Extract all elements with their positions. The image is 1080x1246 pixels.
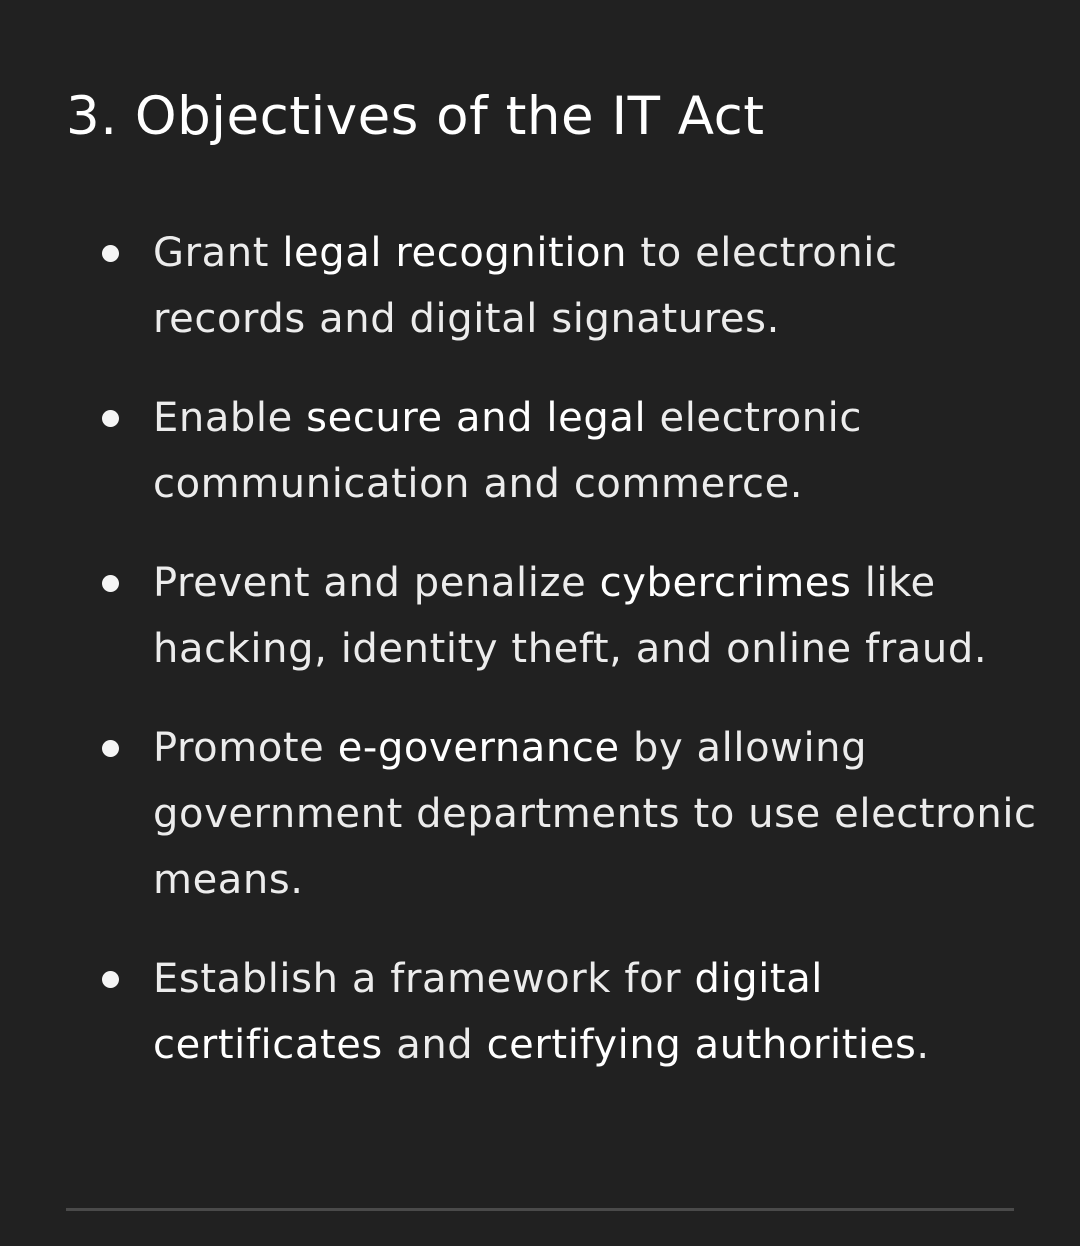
bullet-icon <box>102 410 119 427</box>
list-item-text: Establish a framework for digital certif… <box>153 946 1040 1078</box>
list-item: Prevent and penalize cybercrimes like ha… <box>0 550 1080 682</box>
section-heading: 3. Objectives of the IT Act <box>66 86 765 147</box>
list-item-text: Enable secure and legal electronic commu… <box>153 385 1040 517</box>
bullet-icon <box>102 740 119 757</box>
emphasis-text: legal recognition <box>282 230 628 276</box>
section-divider <box>66 1208 1014 1211</box>
text-segment: Grant <box>153 230 283 276</box>
bullet-icon <box>102 575 119 592</box>
text-segment: Prevent and penalize <box>153 560 600 606</box>
text-segment: Establish a framework for <box>153 956 695 1002</box>
emphasis-text: secure and legal <box>306 395 647 441</box>
emphasis-text: certifying authorities <box>486 1022 917 1068</box>
list-item: Grant legal recognition to electronic re… <box>0 220 1080 352</box>
text-segment: and <box>382 1022 487 1068</box>
text-segment: . <box>916 1022 930 1068</box>
text-segment: Promote <box>153 725 338 771</box>
list-item-text: Prevent and penalize cybercrimes like ha… <box>153 550 1040 682</box>
list-item-text: Grant legal recognition to electronic re… <box>153 220 1040 352</box>
list-item: Promote e-governance by allowing governm… <box>0 715 1080 913</box>
emphasis-text: cybercrimes <box>599 560 852 606</box>
bullet-icon <box>102 245 119 262</box>
emphasis-text: e-governance <box>337 725 620 771</box>
document-page: 3. Objectives of the IT Act Grant legal … <box>0 0 1080 1246</box>
list-item: Establish a framework for digital certif… <box>0 946 1080 1078</box>
text-segment: Enable <box>153 395 307 441</box>
list-item: Enable secure and legal electronic commu… <box>0 385 1080 517</box>
bullet-icon <box>102 971 119 988</box>
list-item-text: Promote e-governance by allowing governm… <box>153 715 1040 913</box>
objectives-list: Grant legal recognition to electronic re… <box>0 220 1080 1111</box>
